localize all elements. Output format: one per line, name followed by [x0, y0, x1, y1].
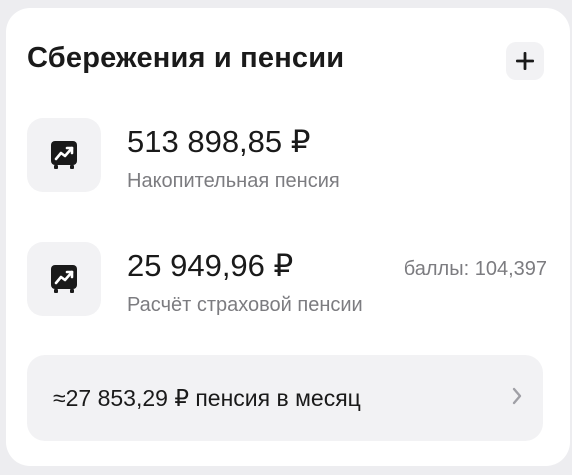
account-label: Накопительная пенсия [127, 170, 340, 192]
chevron-right-icon [512, 387, 522, 405]
section-title: Сбережения и пенсии [27, 42, 345, 74]
savings-card: Сбережения и пенсии 513 898,85 ₽ Накопит… [6, 8, 570, 466]
account-label: Расчёт страховой пенсии [127, 294, 363, 316]
account-row-insurance-pension[interactable]: 25 949,96 ₽ баллы: 104,397 Расчёт страхо… [27, 242, 547, 318]
account-icon-tile [27, 242, 101, 316]
safe-chart-icon [51, 265, 77, 293]
add-button[interactable] [506, 42, 544, 80]
plus-icon [516, 52, 534, 70]
account-icon-tile [27, 118, 101, 192]
monthly-pension-text: ≈27 853,29 ₽ пенсия в месяц [53, 385, 361, 411]
pension-points: баллы: 104,397 [403, 258, 547, 280]
safe-chart-icon [51, 141, 77, 169]
monthly-pension-row[interactable]: ≈27 853,29 ₽ пенсия в месяц [27, 355, 543, 441]
account-amount: 25 949,96 ₽ [127, 248, 294, 283]
account-amount: 513 898,85 ₽ [127, 124, 311, 159]
account-row-funded-pension[interactable]: 513 898,85 ₽ Накопительная пенсия [27, 118, 547, 194]
